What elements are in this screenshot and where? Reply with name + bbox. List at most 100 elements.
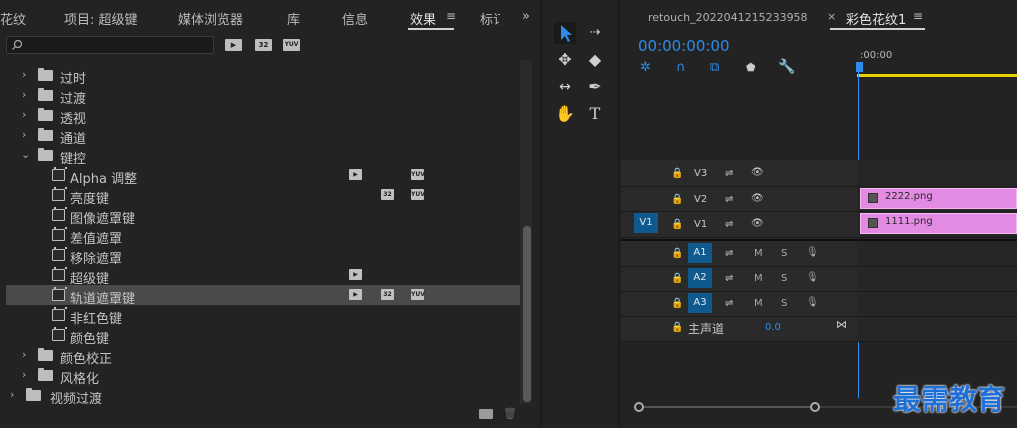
chevron-right-icon[interactable]: › bbox=[22, 89, 32, 101]
add-marker-icon[interactable]: ⬟ bbox=[746, 61, 756, 74]
master-volume-value[interactable]: 0.0 bbox=[765, 322, 781, 333]
sync-lock-icon[interactable]: ⇌ bbox=[725, 248, 733, 259]
microphone-icon[interactable]: 🎙 bbox=[806, 297, 819, 308]
effect-remove-matte[interactable]: 移除遮罩 bbox=[6, 245, 520, 267]
effect-ultra-key[interactable]: 超级键 ▶ bbox=[6, 265, 520, 287]
mute-button[interactable]: M bbox=[754, 248, 763, 259]
new-bin-icon[interactable] bbox=[479, 409, 493, 419]
nest-sequence-icon[interactable]: ✲ bbox=[640, 60, 651, 75]
effects-scrollbar-thumb[interactable] bbox=[523, 226, 531, 402]
folder-obsolete[interactable]: › 过时 bbox=[6, 65, 520, 87]
folder-stylize[interactable]: › 风格化 bbox=[6, 365, 520, 387]
tab-library[interactable]: 库 bbox=[287, 9, 300, 28]
32bit-filter-icon[interactable]: 32 bbox=[255, 39, 272, 51]
track-name-v1[interactable]: V1 bbox=[694, 219, 707, 230]
track-name-a2[interactable]: A2 bbox=[688, 268, 712, 288]
effect-alpha-adjust[interactable]: Alpha 调整 ▶ YUV bbox=[6, 165, 520, 187]
zoom-scrollbar-track[interactable] bbox=[638, 406, 818, 408]
track-name-v2[interactable]: V2 bbox=[694, 194, 707, 205]
eye-icon[interactable]: 👁 bbox=[751, 193, 764, 204]
tab-sequence-retouch[interactable]: retouch_20220412152339​58 bbox=[648, 11, 808, 24]
time-ruler[interactable] bbox=[857, 62, 1017, 72]
more-tabs-icon[interactable]: » bbox=[522, 9, 530, 24]
type-tool-icon[interactable]: T bbox=[584, 103, 606, 125]
track-select-tool-icon[interactable]: ⇢ bbox=[584, 22, 606, 44]
slip-tool-icon[interactable]: ↔ bbox=[554, 76, 576, 98]
sync-lock-icon[interactable]: ⇌ bbox=[725, 298, 733, 309]
chevron-down-icon[interactable]: ⌄ bbox=[21, 149, 31, 161]
chevron-right-icon[interactable]: › bbox=[22, 129, 32, 141]
eye-icon[interactable]: 👁 bbox=[751, 218, 764, 229]
lock-icon[interactable]: 🔒 bbox=[671, 194, 683, 205]
razor-tool-icon[interactable]: ◆ bbox=[584, 49, 606, 71]
snap-icon[interactable]: ∩ bbox=[676, 60, 686, 75]
chevron-right-icon[interactable]: › bbox=[22, 69, 32, 81]
chevron-right-icon[interactable]: › bbox=[22, 349, 32, 361]
chevron-right-icon[interactable]: › bbox=[22, 109, 32, 121]
chevron-right-icon[interactable]: › bbox=[22, 369, 32, 381]
sync-lock-icon[interactable]: ⇌ bbox=[725, 194, 733, 205]
yuv-filter-icon[interactable]: YUV bbox=[283, 39, 300, 51]
folder-color-correction[interactable]: › 颜色校正 bbox=[6, 345, 520, 367]
timecode-display[interactable]: 00:00:00:00 bbox=[638, 37, 730, 55]
tab-info[interactable]: 信息 bbox=[342, 9, 368, 28]
effects-search-input[interactable] bbox=[6, 36, 214, 54]
solo-button[interactable]: S bbox=[781, 248, 787, 259]
mute-button[interactable]: M bbox=[754, 298, 763, 309]
microphone-icon[interactable]: 🎙 bbox=[806, 247, 819, 258]
panel-menu-icon[interactable]: ≡ bbox=[913, 9, 923, 23]
effect-non-red-key[interactable]: 非红色键 bbox=[6, 305, 520, 327]
tab-effects[interactable]: 效果 bbox=[410, 9, 436, 28]
pen-tool-icon[interactable]: ✒ bbox=[584, 76, 606, 98]
folder-video-transitions[interactable]: › 视频过渡 bbox=[6, 385, 520, 404]
tab-markers[interactable]: 标订 bbox=[480, 9, 500, 28]
effect-luma-key[interactable]: 亮度键 32 YUV bbox=[6, 185, 520, 207]
lock-icon[interactable]: 🔒 bbox=[671, 248, 683, 259]
folder-transition[interactable]: › 过渡 bbox=[6, 85, 520, 107]
ripple-edit-tool-icon[interactable]: ✥ bbox=[554, 49, 576, 71]
eye-icon[interactable]: 👁 bbox=[751, 167, 764, 178]
solo-button[interactable]: S bbox=[781, 298, 787, 309]
effect-difference-matte[interactable]: 差值遮罩 bbox=[6, 225, 520, 247]
zoom-handle-right[interactable] bbox=[810, 402, 820, 412]
chevron-right-icon[interactable]: › bbox=[10, 389, 20, 401]
track-name-a1[interactable]: A1 bbox=[688, 243, 712, 263]
lock-icon[interactable]: 🔒 bbox=[671, 322, 683, 333]
lock-icon[interactable]: 🔒 bbox=[671, 273, 683, 284]
linked-selection-icon[interactable]: ⧉ bbox=[710, 60, 719, 75]
lock-icon[interactable]: 🔒 bbox=[671, 168, 683, 179]
work-area-bar[interactable] bbox=[857, 74, 1017, 77]
folder-perspective[interactable]: › 透视 bbox=[6, 105, 520, 127]
microphone-icon[interactable]: 🎙 bbox=[806, 272, 819, 283]
effect-color-key[interactable]: 颜色键 bbox=[6, 325, 520, 347]
tab-patterns[interactable]: 花纹 bbox=[0, 9, 26, 28]
panel-menu-icon[interactable]: ≡ bbox=[446, 9, 456, 23]
source-patch-v1[interactable]: V1 bbox=[634, 213, 658, 233]
trash-icon[interactable]: 🗑 bbox=[503, 408, 517, 420]
clip-1111[interactable]: 1111.png bbox=[860, 213, 1017, 234]
go-to-end-icon[interactable]: ⋈ bbox=[836, 318, 847, 331]
tab-project[interactable]: 项目: 超级键 bbox=[64, 9, 138, 28]
lock-icon[interactable]: 🔒 bbox=[671, 298, 683, 309]
effect-track-matte-key[interactable]: 轨道遮罩键 ▶ 32 YUV bbox=[6, 285, 520, 307]
wrench-icon[interactable]: 🔧 bbox=[778, 59, 795, 75]
sync-lock-icon[interactable]: ⇌ bbox=[725, 168, 733, 179]
sync-lock-icon[interactable]: ⇌ bbox=[725, 273, 733, 284]
track-name-v3[interactable]: V3 bbox=[694, 168, 707, 179]
sync-lock-icon[interactable]: ⇌ bbox=[725, 219, 733, 230]
playhead-handle[interactable] bbox=[856, 62, 863, 72]
lock-icon[interactable]: 🔒 bbox=[671, 219, 683, 230]
clip-2222[interactable]: 2222.png bbox=[860, 188, 1017, 209]
track-name-a3[interactable]: A3 bbox=[688, 293, 712, 313]
folder-channel[interactable]: › 通道 bbox=[6, 125, 520, 147]
folder-keying[interactable]: ⌄ 键控 bbox=[6, 145, 520, 167]
effect-image-matte-key[interactable]: 图像遮罩键 bbox=[6, 205, 520, 227]
tab-media-browser[interactable]: 媒体浏览器 bbox=[178, 9, 243, 28]
zoom-handle-left[interactable] bbox=[634, 402, 644, 412]
accelerated-effects-filter-icon[interactable]: ▶ bbox=[225, 39, 242, 51]
selection-tool-icon[interactable] bbox=[554, 22, 576, 44]
solo-button[interactable]: S bbox=[781, 273, 787, 284]
hand-tool-icon[interactable]: ✋ bbox=[554, 103, 576, 125]
tab-sequence-color-pattern[interactable]: 彩色花纹1 bbox=[846, 9, 906, 28]
close-tab-icon[interactable]: × bbox=[827, 10, 836, 23]
